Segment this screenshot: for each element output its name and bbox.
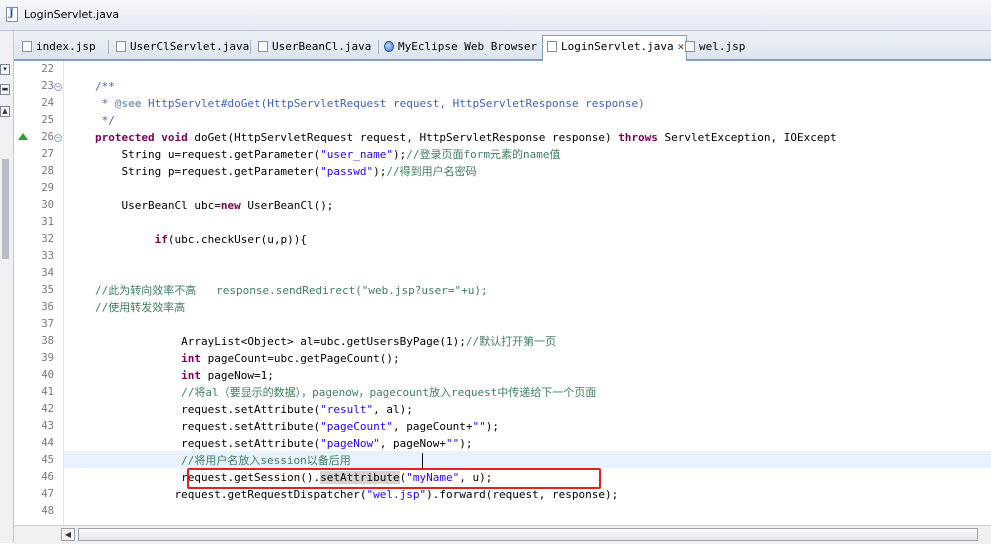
panel-scrollbar[interactable] <box>2 159 9 259</box>
scroll-up-icon[interactable]: ▲ <box>0 106 10 117</box>
tab-separator <box>108 40 109 54</box>
line-number: 43 <box>41 420 54 432</box>
line-number: 42 <box>41 403 54 415</box>
line-number: 40 <box>41 369 54 381</box>
code-line-39: int pageCount=ubc.getPageCount(); <box>181 352 400 365</box>
jsp-file-icon <box>685 40 695 52</box>
line-number: 36 <box>41 301 54 313</box>
code-line-25: */ <box>95 114 115 127</box>
jsp-file-icon <box>22 40 32 52</box>
code-line-44: request.setAttribute("pageNow", pageNow+… <box>95 437 473 450</box>
tab-userclservlet-java[interactable]: UserClServlet.java <box>116 36 249 58</box>
close-tab-icon[interactable]: ✕ <box>678 36 685 58</box>
line-number: 23 <box>41 80 54 92</box>
java-file-icon <box>116 40 126 52</box>
code-line-27: String u=request.getParameter("user_name… <box>95 148 561 161</box>
text-caret <box>422 453 423 468</box>
code-line-45: //将用户名放入session以备后用 <box>95 454 351 467</box>
scroll-left-icon[interactable]: ◀ <box>61 528 75 541</box>
tab-label: index.jsp <box>36 40 96 53</box>
editor-tab-bar: index.jsp UserClServlet.java UserBeanCl.… <box>14 31 991 61</box>
tab-index-jsp[interactable]: index.jsp <box>22 36 96 58</box>
line-number: 39 <box>41 352 54 364</box>
line-number: 44 <box>41 437 54 449</box>
line-number: 38 <box>41 335 54 347</box>
scrollbar-thumb[interactable] <box>78 528 978 541</box>
java-file-icon: J <box>6 7 18 22</box>
line-number: 35 <box>41 284 54 296</box>
window-titlebar: J LoginServlet.java <box>0 0 991 31</box>
code-line-35: //此为转向效率不高 response.sendRedirect("web.js… <box>95 284 488 297</box>
line-number: 22 <box>41 63 54 75</box>
view-menu-icon[interactable]: ▾ <box>0 64 10 75</box>
line-number: 47 <box>41 488 54 500</box>
line-number-gutter: 22 23 24 25 26 27 28 29 30 31 32 33 34 3… <box>32 61 64 525</box>
tab-myeclipse-web-browser[interactable]: MyEclipse Web Browser <box>384 36 537 58</box>
tab-label: LoginServlet.java <box>561 40 674 53</box>
fold-toggle-icon[interactable]: − <box>54 83 62 91</box>
code-line-36: //使用转发效率高 <box>95 301 186 314</box>
line-number: 48 <box>41 505 54 517</box>
code-line-24: * @see HttpServlet#doGet(HttpServletRequ… <box>95 97 645 110</box>
line-number: 45 <box>41 454 54 466</box>
minimize-icon[interactable]: ▬ <box>0 84 10 95</box>
java-file-icon <box>547 40 557 52</box>
code-line-41: //将al（要显示的数据），pagenow，pagecount放入request… <box>95 386 597 399</box>
line-number: 37 <box>41 318 54 330</box>
code-line-32: if(ubc.checkUser(u,p)){ <box>154 233 307 246</box>
code-text-area[interactable]: /** * @see HttpServlet#doGet(HttpServlet… <box>64 61 991 525</box>
tab-wel-jsp[interactable]: wel.jsp <box>685 36 745 58</box>
line-number: 30 <box>41 199 54 211</box>
annotation-ruler <box>14 61 32 525</box>
tab-label: MyEclipse Web Browser <box>398 40 538 53</box>
horizontal-scrollbar[interactable]: ◀ <box>14 525 991 544</box>
window-title: LoginServlet.java <box>24 8 120 21</box>
tab-separator <box>250 40 251 54</box>
code-line-28: String p=request.getParameter("passwd");… <box>95 165 477 178</box>
code-line-43: request.setAttribute("pageCount", pageCo… <box>95 420 500 433</box>
line-number: 25 <box>41 114 54 126</box>
code-line-38: ArrayList<Object> al=ubc.getUsersByPage(… <box>95 335 557 348</box>
code-line-26: protected void doGet(HttpServletRequest … <box>95 131 837 144</box>
tab-label: wel.jsp <box>699 40 746 53</box>
code-line-30: UserBeanCl ubc=new UserBeanCl(); <box>95 199 334 212</box>
java-file-icon <box>258 40 268 52</box>
line-number: 29 <box>41 182 54 194</box>
left-side-panel: ▾ ▬ ▲ <box>0 31 14 543</box>
tab-loginservlet-java[interactable]: LoginServlet.java ✕ <box>542 35 688 61</box>
code-line-42: request.setAttribute("result", al); <box>95 403 413 416</box>
line-number: 33 <box>41 250 54 262</box>
override-marker-icon <box>18 133 28 140</box>
tab-label: UserClServlet.java <box>130 40 250 53</box>
line-number: 46 <box>41 471 54 483</box>
tab-separator <box>378 40 379 54</box>
tab-userbeancl-java[interactable]: UserBeanCl.java <box>258 36 371 58</box>
line-number: 26 <box>41 131 54 143</box>
highlight-annotation-box <box>187 468 601 489</box>
tab-label: UserBeanCl.java <box>272 40 372 53</box>
line-number: 34 <box>41 267 54 279</box>
globe-icon <box>384 40 394 52</box>
line-number: 41 <box>41 386 54 398</box>
code-line-40: int pageNow=1; <box>181 369 274 382</box>
code-editor[interactable]: 22 23 24 25 26 27 28 29 30 31 32 33 34 3… <box>14 61 991 525</box>
line-number: 31 <box>41 216 54 228</box>
fold-toggle-icon[interactable]: − <box>54 134 62 142</box>
line-number: 28 <box>41 165 54 177</box>
line-number: 24 <box>41 97 54 109</box>
line-number: 32 <box>41 233 54 245</box>
line-number: 27 <box>41 148 54 160</box>
code-line-23: /** <box>95 80 115 93</box>
